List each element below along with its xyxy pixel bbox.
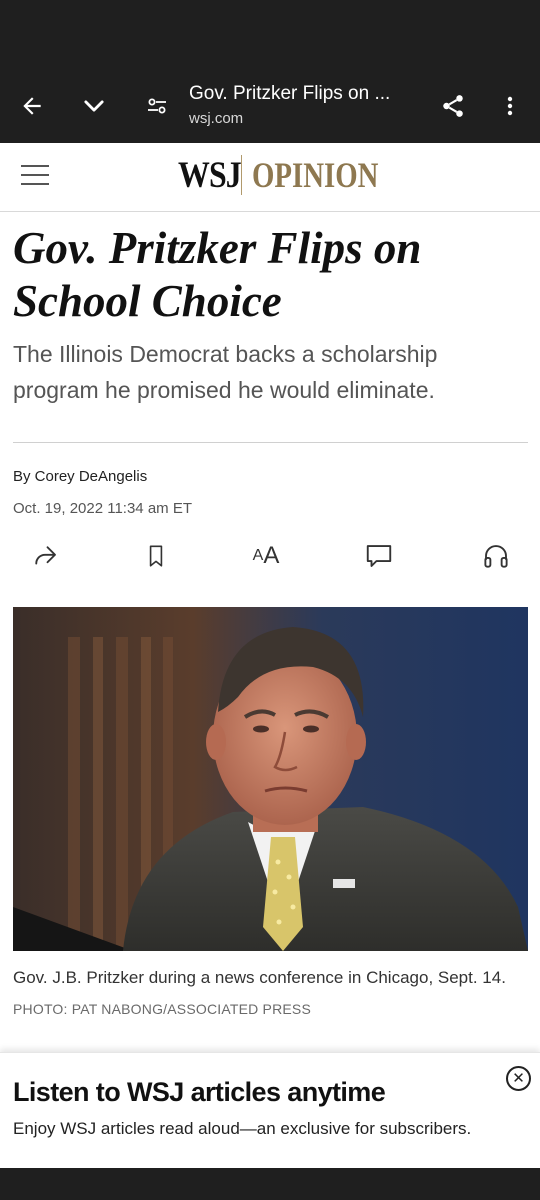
menu-icon[interactable]: [21, 163, 49, 187]
listen-promo-banner[interactable]: ✕ Listen to WSJ articles anytime Enjoy W…: [0, 1052, 540, 1168]
article-headline: Gov. Pritzker Flips on School Choice: [13, 223, 422, 326]
divider: [13, 442, 528, 443]
site-header: WSJ OPINION: [0, 143, 540, 212]
logo-divider: [241, 155, 242, 195]
promo-subtitle: Enjoy WSJ articles read aloud—an exclusi…: [13, 1119, 472, 1138]
system-nav-bar: [0, 1168, 540, 1200]
article-photo[interactable]: [13, 607, 528, 951]
text-size-icon[interactable]: AA: [248, 538, 284, 574]
status-bar: [0, 0, 540, 72]
photo-caption: Gov. J.B. Pritzker during a news confere…: [13, 962, 528, 1025]
comment-icon[interactable]: [361, 538, 397, 574]
close-icon[interactable]: ✕: [506, 1066, 531, 1091]
address-bar[interactable]: Gov. Pritzker Flips on ... wsj.com: [189, 82, 429, 130]
back-arrow-icon[interactable]: [12, 86, 52, 126]
text-size-small-glyph: A: [252, 547, 264, 564]
logo-section: OPINION: [252, 155, 379, 195]
chevron-down-icon[interactable]: [74, 86, 114, 126]
promo-title: Listen to WSJ articles anytime: [13, 1077, 386, 1107]
text-size-big-glyph: A: [263, 542, 280, 569]
logo-wsj: WSJ: [178, 154, 242, 196]
photo-credit: PHOTO: PAT NABONG/ASSOCIATED PRESS: [13, 1001, 312, 1017]
caption-text: Gov. J.B. Pritzker during a news confere…: [13, 968, 506, 987]
bookmark-icon[interactable]: [138, 538, 174, 574]
browser-toolbar: Gov. Pritzker Flips on ... wsj.com: [0, 72, 540, 143]
byline[interactable]: By Corey DeAngelis: [13, 467, 147, 487]
share-arrow-icon[interactable]: [27, 538, 63, 574]
article-dek: The Illinois Democrat backs a scholarshi…: [13, 341, 438, 403]
tab-title: Gov. Pritzker Flips on ...: [189, 83, 391, 104]
site-settings-icon[interactable]: [137, 86, 177, 126]
share-icon[interactable]: [433, 86, 473, 126]
headphones-icon[interactable]: [478, 538, 514, 574]
article-tools: AA: [0, 536, 540, 576]
wsj-opinion-logo[interactable]: WSJ OPINION: [178, 153, 410, 197]
timestamp: Oct. 19, 2022 11:34 am ET: [13, 500, 192, 517]
photo-illustration: [13, 607, 528, 951]
more-vert-icon[interactable]: [490, 86, 530, 126]
url-domain: wsj.com: [189, 110, 244, 127]
